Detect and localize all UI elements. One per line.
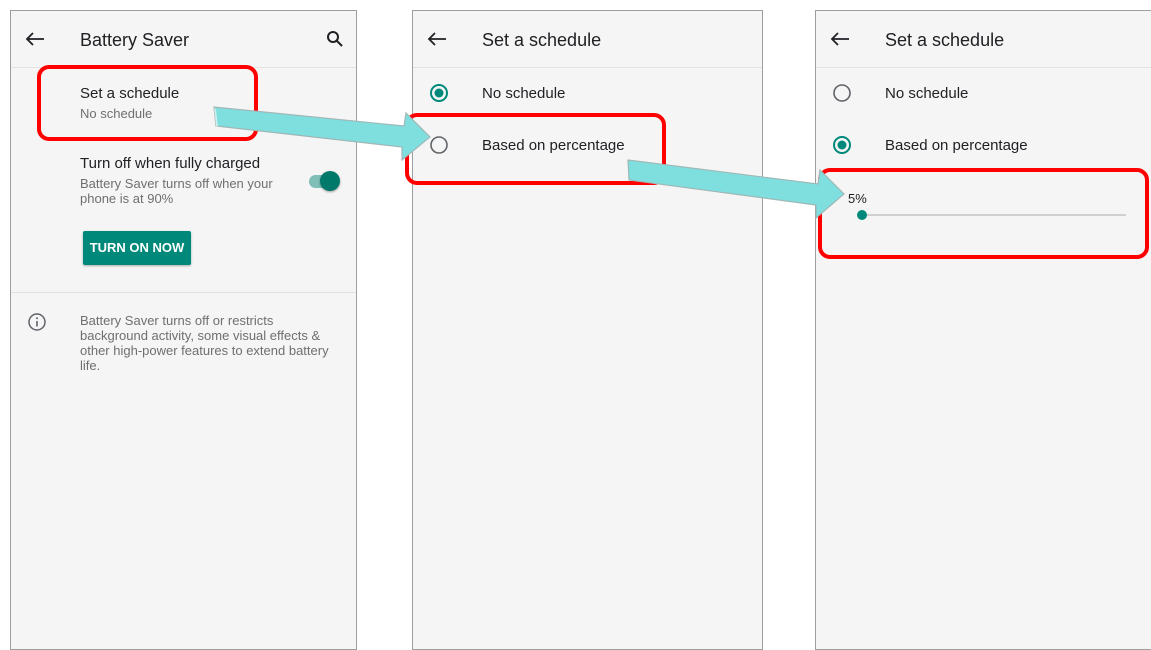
page-title: Set a schedule	[885, 30, 1005, 50]
turn-on-now-button[interactable]: TURN ON NOW	[83, 231, 191, 265]
auto-off-toggle[interactable]	[307, 170, 341, 192]
set-schedule-screen-1: Set a schedule No schedule Based on perc…	[412, 10, 763, 650]
divider	[11, 292, 356, 293]
auto-off-title: Turn off when fully charged	[80, 155, 261, 172]
app-bar: Battery Saver	[11, 11, 356, 68]
auto-off-summary: Battery Saver turns off when your phone …	[80, 176, 273, 206]
back-arrow-icon[interactable]	[427, 31, 447, 47]
option-label: Based on percentage	[885, 137, 1028, 154]
back-arrow-icon[interactable]	[830, 31, 850, 47]
option-label: No schedule	[885, 85, 969, 102]
search-icon[interactable]	[326, 30, 344, 48]
app-bar: Set a schedule	[413, 11, 762, 68]
highlight-box-set-schedule	[37, 65, 258, 141]
toggle-thumb	[320, 171, 340, 191]
battery-saver-info-text: Battery Saver turns off or restricts bac…	[80, 313, 329, 373]
option-label: No schedule	[482, 85, 566, 102]
radio-selected-icon[interactable]	[832, 135, 852, 155]
page-title: Battery Saver	[80, 30, 190, 50]
page-title: Set a schedule	[482, 30, 602, 50]
radio-unselected-icon[interactable]	[832, 83, 852, 103]
highlight-box-slider	[818, 168, 1149, 259]
app-bar: Set a schedule	[816, 11, 1151, 68]
info-icon	[28, 313, 46, 331]
set-schedule-screen-2: Set a schedule No schedule Based on perc…	[815, 10, 1151, 650]
back-arrow-icon[interactable]	[25, 31, 45, 47]
radio-selected-icon[interactable]	[429, 83, 449, 103]
highlight-box-percentage-option	[405, 113, 666, 185]
